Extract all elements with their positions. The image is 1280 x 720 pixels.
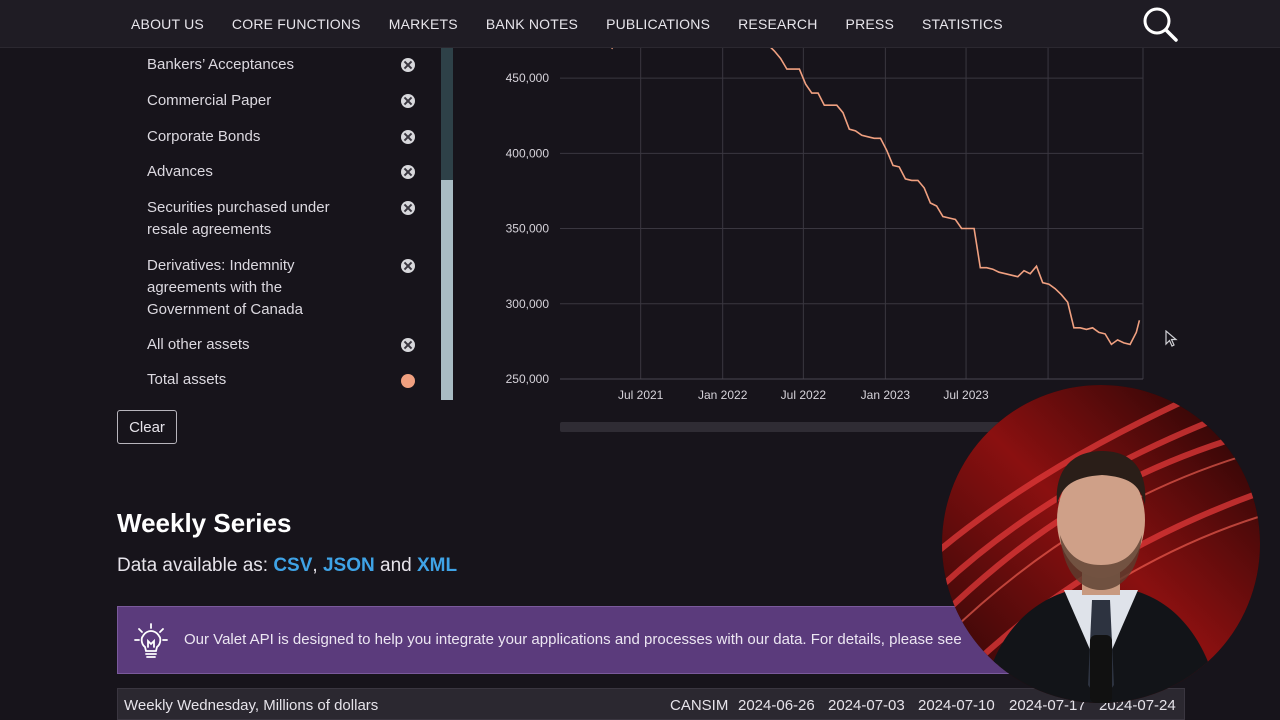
legend-label: Bankers’ Acceptances — [147, 56, 295, 73]
data-formats-prefix: Data available as: — [117, 555, 274, 576]
y-tick-label: 350,000 — [506, 222, 550, 236]
x-tick-label: Jul 2022 — [781, 388, 827, 402]
nav-bank-notes[interactable]: BANK NOTES — [486, 16, 578, 32]
column-header-cansim: CANSIM — [670, 697, 729, 714]
legend-label: Securities purchased under resale agreem… — [147, 199, 330, 238]
legend-item-advances[interactable]: Advances — [147, 161, 447, 183]
nav-about-us[interactable]: ABOUT US — [131, 16, 204, 32]
y-tick-label: 450,000 — [506, 71, 550, 85]
legend-label: Advances — [147, 163, 213, 180]
legend-item-commercial-paper[interactable]: Commercial Paper — [147, 90, 447, 112]
close-icon[interactable] — [401, 58, 415, 72]
formats-comma: , — [312, 555, 323, 576]
close-icon[interactable] — [401, 201, 415, 215]
legend-label: Derivatives: Indemnity agreements with t… — [147, 257, 303, 318]
legend-item-all-other-assets[interactable]: All other assets — [147, 334, 447, 356]
weekly-series-heading: Weekly Series — [117, 508, 292, 538]
x-tick-label: Jul 2023 — [943, 388, 989, 402]
nav-core-functions[interactable]: CORE FUNCTIONS — [232, 16, 361, 32]
y-tick-label: 300,000 — [506, 297, 550, 311]
clear-button[interactable]: Clear — [117, 410, 177, 444]
xml-link[interactable]: XML — [417, 555, 457, 576]
legend-item-corporate-bonds[interactable]: Corporate Bonds — [147, 126, 447, 148]
formats-and: and — [374, 555, 417, 576]
chart-range-scrollbar[interactable] — [560, 422, 1000, 432]
nav-research[interactable]: RESEARCH — [738, 16, 817, 32]
column-header-date: 2024-07-10 — [918, 697, 995, 714]
nav-publications[interactable]: PUBLICATIONS — [606, 16, 710, 32]
csv-link[interactable]: CSV — [273, 555, 312, 576]
column-header-date: 2024-06-26 — [738, 697, 815, 714]
x-tick-label: Jul 2021 — [618, 388, 664, 402]
nav-statistics[interactable]: STATISTICS — [922, 16, 1003, 32]
line-chart: 250,000 300,000 350,000 400,000 450,000 Jul 2… — [506, 48, 1144, 402]
table-caption: Weekly Wednesday, Millions of dollars — [124, 697, 379, 714]
legend-label: Total assets — [147, 371, 227, 388]
y-tick-label: 400,000 — [506, 146, 550, 160]
json-link[interactable]: JSON — [323, 555, 375, 576]
series-color-dot — [401, 374, 415, 388]
chart-area: 250,000 300,000 350,000 400,000 450,000 Jul 2… — [480, 48, 1180, 428]
legend-item-total-assets[interactable]: Total assets — [147, 369, 447, 391]
legend-label: Commercial Paper — [147, 92, 272, 109]
x-tick-label: Jan 2022 — [698, 388, 748, 402]
presenter-video-image — [942, 385, 1260, 703]
data-formats-line: Data available as: CSV, JSON and XML — [117, 555, 457, 577]
close-icon[interactable] — [401, 259, 415, 273]
search-icon — [1143, 7, 1178, 42]
legend-scrollbar-thumb[interactable] — [441, 180, 453, 400]
nav-press[interactable]: PRESS — [846, 16, 894, 32]
legend-item-bankers-acceptances[interactable]: Bankers’ Acceptances — [147, 54, 447, 76]
series-legend-panel: Bankers’ Acceptances Commercial Paper Co… — [117, 48, 454, 400]
nav-markets[interactable]: MARKETS — [389, 16, 458, 32]
lightbulb-icon — [134, 623, 168, 658]
close-icon[interactable] — [401, 165, 415, 179]
top-navigation-bar: ABOUT US CORE FUNCTIONS MARKETS BANK NOT… — [0, 0, 1280, 48]
x-tick-label: Jan 2023 — [861, 388, 911, 402]
legend-label: All other assets — [147, 336, 250, 353]
legend-item-derivatives[interactable]: Derivatives: Indemnity agreements with t… — [147, 255, 447, 321]
y-tick-label: 250,000 — [506, 372, 550, 386]
webcam-overlay — [942, 385, 1260, 703]
close-icon[interactable] — [401, 130, 415, 144]
main-nav: ABOUT US CORE FUNCTIONS MARKETS BANK NOT… — [117, 0, 1031, 48]
mouse-cursor-icon — [1165, 330, 1178, 347]
banner-text: Our Valet API is designed to help you in… — [184, 631, 962, 648]
legend-item-securities-resale[interactable]: Securities purchased under resale agreem… — [147, 197, 447, 241]
close-icon[interactable] — [401, 338, 415, 352]
column-header-date: 2024-07-03 — [828, 697, 905, 714]
weekly-table-header: Weekly Wednesday, Millions of dollars CA… — [117, 688, 1185, 720]
legend-label: Corporate Bonds — [147, 128, 261, 145]
series-line-total-assets — [611, 48, 1141, 346]
close-icon[interactable] — [401, 94, 415, 108]
search-button[interactable] — [1140, 4, 1180, 44]
